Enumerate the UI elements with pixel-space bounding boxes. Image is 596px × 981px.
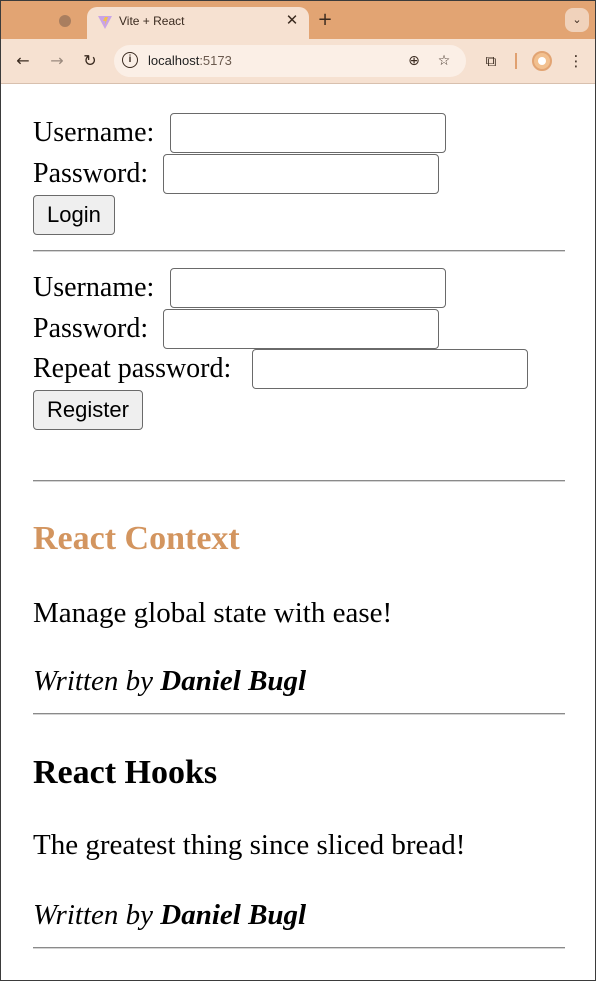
address-url[interactable]: localhost:5173	[148, 53, 232, 68]
profile-avatar-icon[interactable]	[532, 51, 552, 71]
register-button[interactable]: Register	[33, 390, 143, 430]
zoom-icon[interactable]: ⊕	[402, 49, 426, 73]
tab-inactive[interactable]	[41, 10, 85, 32]
register-repeat-row: Repeat password:	[33, 349, 565, 389]
post-title: React Hooks	[33, 754, 218, 791]
forward-icon[interactable]: →	[45, 49, 69, 73]
vite-icon	[98, 16, 112, 29]
browser-toolbar: ← → ↻ i localhost:5173 ⊕ ☆ ⧉ ⋮	[1, 39, 595, 84]
toolbar-divider	[515, 53, 517, 69]
tab-close-icon[interactable]: ✕	[283, 11, 301, 29]
register-username-label: Username:	[33, 272, 155, 303]
login-username-input[interactable]	[170, 113, 446, 153]
post-body: Manage global state with ease!	[33, 597, 393, 629]
register-password-input[interactable]	[163, 309, 439, 349]
register-repeat-label: Repeat password:	[33, 353, 232, 384]
login-button[interactable]: Login	[33, 195, 115, 235]
post-body: The greatest thing since sliced bread!	[33, 829, 466, 861]
menu-icon[interactable]: ⋮	[564, 49, 588, 73]
url-port: :5173	[199, 53, 232, 68]
tab-active[interactable]: Vite + React ✕	[87, 7, 309, 39]
login-password-row: Password:	[33, 154, 565, 194]
login-username-label: Username:	[33, 117, 155, 148]
url-host: localhost	[148, 53, 200, 68]
login-password-input[interactable]	[163, 154, 439, 194]
written-by-label: Written by	[33, 899, 154, 931]
post-author: Daniel Bugl	[160, 899, 307, 931]
tab-search-icon[interactable]: ⌄	[565, 8, 589, 32]
bookmark-star-icon[interactable]: ☆	[432, 49, 456, 73]
back-icon[interactable]: ←	[11, 49, 35, 73]
register-username-row: Username:	[33, 268, 565, 308]
reload-icon[interactable]: ↻	[78, 49, 102, 73]
login-password-label: Password:	[33, 158, 149, 189]
register-repeat-input[interactable]	[252, 349, 528, 389]
extensions-icon[interactable]: ⧉	[479, 49, 503, 73]
divider	[33, 947, 565, 949]
tab-favicon-icon	[59, 15, 71, 27]
post-title: React Context	[33, 520, 240, 557]
divider	[33, 713, 565, 715]
register-password-label: Password:	[33, 313, 149, 344]
post-byline: Written by Daniel Bugl	[33, 898, 306, 932]
tab-strip: Vite + React ✕ + ⌄	[1, 1, 595, 39]
divider	[33, 250, 565, 252]
login-username-row: Username:	[33, 113, 565, 153]
register-password-row: Password:	[33, 309, 565, 349]
new-tab-icon[interactable]: +	[314, 9, 336, 31]
post-byline: Written by Daniel Bugl	[33, 664, 306, 698]
browser-window: Vite + React ✕ + ⌄ ← → ↻ i localhost:517…	[0, 0, 596, 981]
register-username-input[interactable]	[170, 268, 446, 308]
tab-title: Vite + React	[119, 14, 185, 28]
divider	[33, 480, 565, 482]
site-info-icon[interactable]: i	[122, 52, 138, 68]
address-bar[interactable]: i localhost:5173 ⊕ ☆	[114, 45, 466, 77]
post-author: Daniel Bugl	[160, 665, 307, 697]
written-by-label: Written by	[33, 665, 154, 697]
